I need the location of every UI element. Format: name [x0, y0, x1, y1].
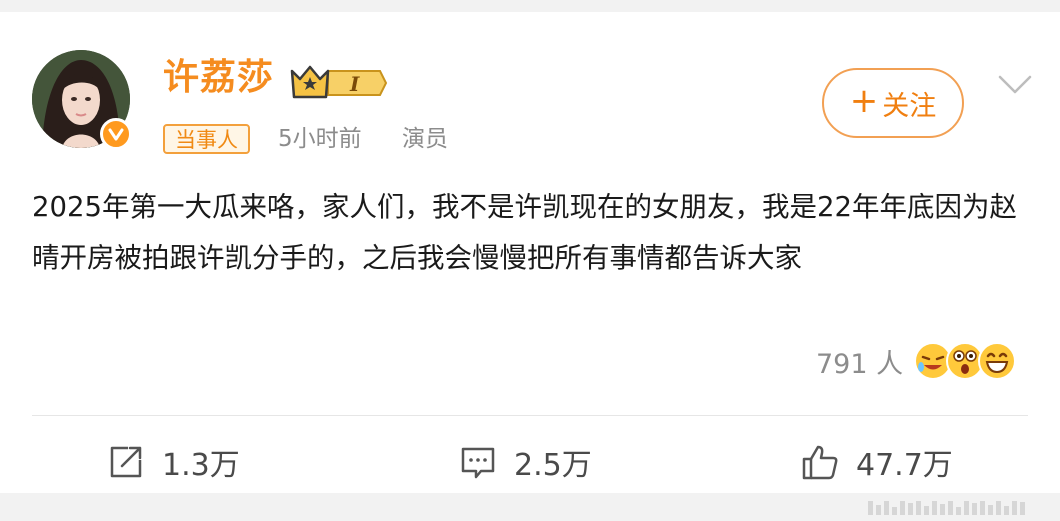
post-time: 5小时前: [278, 126, 362, 152]
vip-crown-icon[interactable]: I: [288, 65, 388, 101]
comment-icon: [461, 447, 495, 479]
comment-button[interactable]: 2.5万: [458, 439, 592, 485]
weibo-post-card: 许荔莎 I 当事人 5小时前 演员 + 关注 2025年第一大瓜来咯，家人们，我…: [0, 12, 1060, 493]
author-role: 演员: [402, 126, 448, 152]
bottom-strip: [0, 493, 1060, 521]
verified-badge-icon: [100, 118, 132, 150]
repost-button[interactable]: 1.3万: [106, 439, 240, 485]
follow-button[interactable]: + 关注: [822, 68, 964, 138]
comment-count: 2.5万: [514, 448, 592, 483]
post-text: 2025年第一大瓜来咯，家人们，我不是许凯现在的女朋友，我是22年年底因为赵晴开…: [32, 191, 1017, 274]
watermark-bars: [868, 499, 1048, 515]
chevron-down-icon[interactable]: [998, 74, 1032, 96]
repost-count: 1.3万: [162, 448, 240, 483]
plus-icon: +: [849, 81, 879, 121]
repost-icon: [110, 446, 142, 478]
grinning-icon: [978, 342, 1017, 380]
reaction-count: 791 人: [816, 348, 904, 380]
vip-level: I: [349, 72, 360, 96]
author-name[interactable]: 许荔莎: [163, 56, 274, 100]
thumbs-up-icon: [802, 445, 838, 480]
divider: [32, 415, 1028, 416]
like-count: 47.7万: [856, 448, 953, 483]
like-button[interactable]: 47.7万: [800, 439, 953, 485]
party-tag: 当事人: [163, 124, 250, 154]
reactions-summary[interactable]: 791 人: [816, 338, 1017, 384]
follow-label: 关注: [882, 90, 937, 122]
